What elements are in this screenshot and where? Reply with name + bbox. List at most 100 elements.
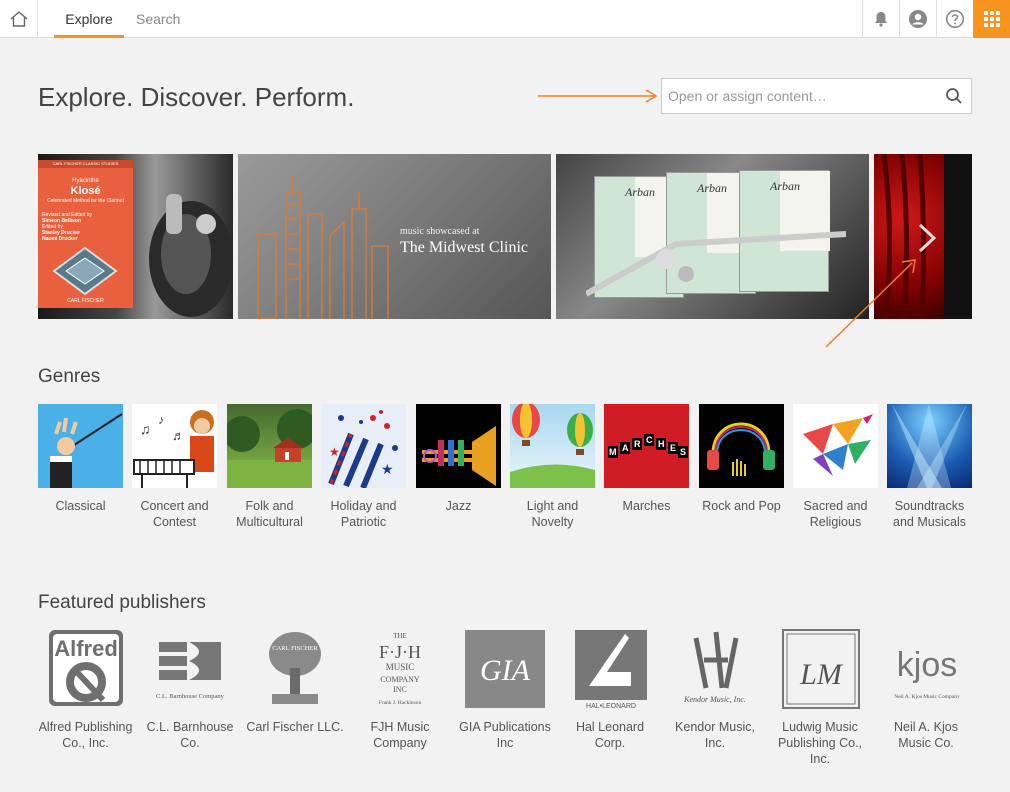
tab-search[interactable]: Search [136,0,180,38]
account-button[interactable] [899,0,936,38]
home-button[interactable] [0,0,38,38]
barnhouse-logo: C.L. Barnhouse Company [156,642,225,700]
svg-text:CARL FISCHER: CARL FISCHER [272,645,318,652]
publisher-barnhouse[interactable]: C.L. Barnhouse Company C.L. Barnhouse Co… [140,628,240,751]
svg-text:S: S [680,447,686,457]
publisher-kjos[interactable]: kjos Neil A. Kjos Music Company Neil A. … [880,628,972,751]
book-author: Hyacinthe [72,178,99,184]
svg-text:♫: ♫ [140,421,151,437]
genre-label: Marches [622,499,671,513]
svg-text:INC: INC [393,685,407,694]
chevron-right-icon [918,223,937,253]
content-search-input[interactable] [662,79,932,113]
home-icon [10,11,27,27]
hot-air-balloon-icon [510,404,595,488]
publisher-logo: HAL•LEONARD [569,628,651,710]
publisher-ludwig[interactable]: LM Ludwig Music Publishing Co., Inc. [775,628,865,767]
publisher-label: FJH Music Company [370,720,430,750]
search-icon[interactable] [945,87,963,105]
svg-text:M: M [609,447,617,457]
publisher-logo: Alfred [45,628,127,710]
hal-leonard-logo: HAL•LEONARD [575,630,647,710]
publisher-label: Neil A. Kjos Music Co. [894,720,958,750]
publisher-logo: THE F·J·H MUSIC COMPANY INC Frank J. Hac… [359,628,441,710]
publisher-fjh[interactable]: THE F·J·H MUSIC COMPANY INC Frank J. Hac… [355,628,445,751]
genre-marches[interactable]: M A R C H E S Marches [604,404,689,514]
carl-fischer-logo: CARL FISCHER [269,632,321,704]
genre-rock-and-pop[interactable]: Rock and Pop [699,404,784,514]
apps-menu-button[interactable] [973,0,1010,38]
featured-carousel: CARL FISCHER CLASSIC STUDIES Hyacinthe K… [38,154,972,319]
fireworks-icon: ★★ [328,410,398,488]
marches-title-icon: M A R C H E S [608,434,688,458]
publisher-carl-fischer[interactable]: CARL FISCHER Carl Fischer LLC. [245,628,345,735]
book-ornament-icon [52,246,118,296]
svg-text:COMPANY: COMPANY [380,675,419,684]
carousel-slide-midwest-clinic[interactable]: music showcased at The Midwest Clinic [238,154,551,319]
svg-text:★: ★ [329,445,340,459]
genre-thumbnail: ★ ★ [321,404,406,488]
notifications-button[interactable] [862,0,899,38]
trumpet-icon [422,426,496,486]
genre-jazz[interactable]: Jazz [416,404,501,514]
publisher-label: C.L. Barnhouse Co. [146,720,234,750]
carousel-slide-curtain[interactable] [874,154,972,319]
carousel-slide-klose[interactable]: CARL FISCHER CLASSIC STUDIES Hyacinthe K… [38,154,233,319]
svg-text:A: A [622,443,629,453]
page-title: Explore. Discover. Perform. [38,82,355,112]
publisher-logo: LM [779,628,861,710]
genre-label: Folk and Multicultural [236,499,303,529]
svg-text:kjos: kjos [897,646,957,684]
gia-logo: GIA [465,630,545,708]
genre-thumbnail [793,404,878,488]
book-imprint: CARL FISCHER [67,298,104,304]
genre-thumbnail [510,404,595,488]
publisher-logo: Kendor Music, Inc. [674,628,756,710]
carousel-slide-arban[interactable]: Arban Arban Arban [556,154,869,319]
genre-thumbnail [416,404,501,488]
genre-folk-and-multicultural[interactable]: Folk and Multicultural [227,404,312,530]
svg-text:♪: ♪ [158,413,164,427]
svg-text:Frank J. Hackinson: Frank J. Hackinson [379,700,422,706]
genre-concert-and-contest[interactable]: ♫ ♪ ♬ Concert and Contest [132,404,217,530]
genre-classical[interactable]: Classical [38,404,123,514]
help-icon [945,9,965,29]
publisher-label: Ludwig Music Publishing Co., Inc. [777,720,863,766]
kendor-logo: Kendor Music, Inc. [683,631,746,704]
publisher-kendor[interactable]: Kendor Music, Inc. Kendor Music, Inc. [665,628,765,751]
apps-grid-icon [983,11,1000,27]
publisher-alfred[interactable]: Alfred Alfred Publishing Co., Inc. [38,628,133,751]
svg-text:MUSIC: MUSIC [386,662,415,672]
svg-text:F·J·H: F·J·H [379,642,421,662]
genre-light-and-novelty[interactable]: Light and Novelty [510,404,595,530]
genre-thumbnail: M A R C H E S [604,404,689,488]
book-subtitle: Celebrated Method for the Clarinet [47,198,124,204]
genre-thumbnail [38,404,123,488]
alfred-logo: Alfred [48,630,123,706]
pianist-icon: ♫ ♪ ♬ [133,410,214,488]
carousel-next-button[interactable] [916,222,938,259]
svg-text:Kendor Music, Inc.: Kendor Music, Inc. [683,695,746,704]
headphones-icon [707,422,775,476]
genre-sacred-and-religious[interactable]: Sacred and Religious [793,404,878,530]
trumpet-image [586,231,846,297]
genre-thumbnail [699,404,784,488]
genre-soundtracks-and-musicals[interactable]: Soundtracks and Musicals [887,404,972,530]
slide-caption-line1: music showcased at [400,226,480,237]
publisher-hal-leonard[interactable]: HAL•LEONARD Hal Leonard Corp. [565,628,655,751]
publisher-logo: CARL FISCHER [254,628,336,710]
svg-text:♬: ♬ [172,428,185,443]
help-button[interactable] [936,0,973,38]
svg-text:H: H [658,439,665,449]
genre-thumbnail [227,404,312,488]
publisher-gia[interactable]: GIA GIA Publications Inc [455,628,555,751]
tab-explore[interactable]: Explore [54,0,124,38]
genre-thumbnail [887,404,972,488]
genre-holiday-and-patriotic[interactable]: ★ ★ Holiday and Patriotic [321,404,406,530]
kjos-logo: kjos Neil A. Kjos Music Company [894,646,960,700]
genre-label: Light and Novelty [526,499,579,529]
book-cover: CARL FISCHER CLASSIC STUDIES Hyacinthe K… [38,160,133,308]
book-publisher: CARL FISCHER CLASSIC STUDIES [52,161,119,166]
svg-text:Neil A. Kjos Music Company: Neil A. Kjos Music Company [894,694,960,700]
publisher-label: Hal Leonard Corp. [575,720,645,750]
